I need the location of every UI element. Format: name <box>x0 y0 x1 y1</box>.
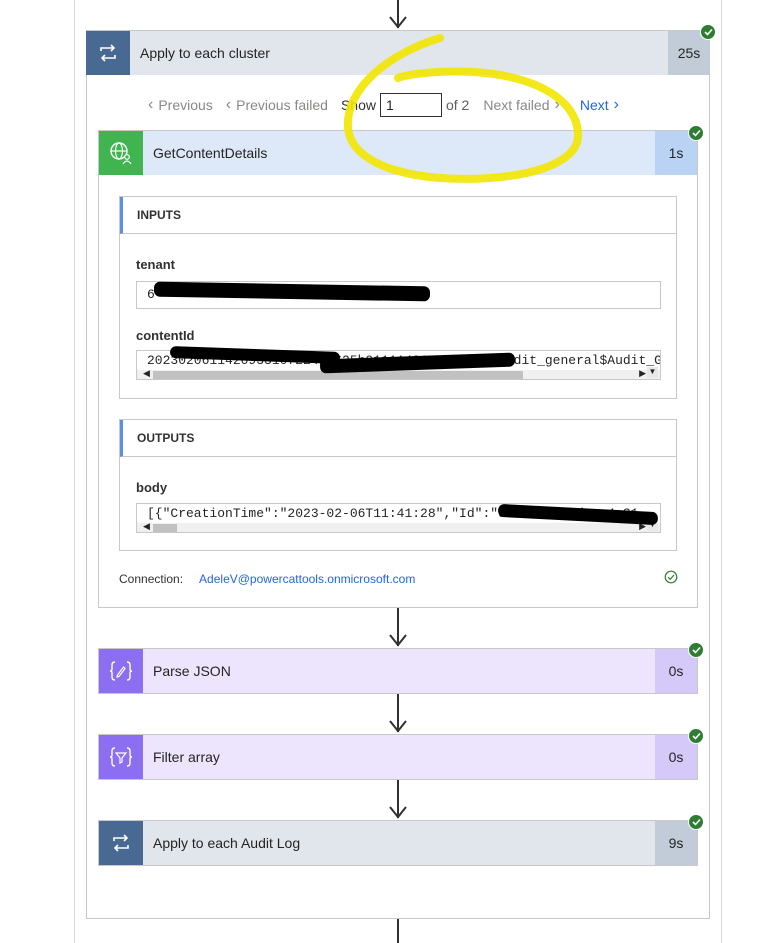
parse-json-title: Parse JSON <box>153 663 231 679</box>
connection-row: Connection: AdeleV@powercattools.onmicro… <box>119 572 415 586</box>
scrollbar-thumb[interactable] <box>153 524 177 532</box>
highlight-annotation <box>343 34 582 183</box>
filter-array-card[interactable]: Filter array 0s <box>98 734 698 780</box>
scroll-left-icon[interactable]: ◀ <box>143 368 150 379</box>
loop-icon <box>86 31 130 75</box>
tenant-label: tenant <box>136 257 175 272</box>
dropdown-arrow-icon[interactable]: ▼ <box>647 367 658 378</box>
previous-label: Previous <box>158 97 213 113</box>
previous-failed-button[interactable]: ‹ Previous failed <box>226 96 328 114</box>
success-check-icon <box>688 125 704 141</box>
success-check-icon <box>688 642 704 658</box>
apply-to-each-audit-log-card[interactable]: Apply to each Audit Log 9s <box>98 820 698 866</box>
arrow-down-icon <box>389 720 407 733</box>
chevron-left-icon: ‹ <box>225 96 232 113</box>
globe-user-icon <box>99 131 143 175</box>
filter-array-title: Filter array <box>153 749 220 765</box>
arrow-down-icon <box>389 806 407 819</box>
braces-filter-icon <box>99 735 143 779</box>
scroll-right-icon[interactable]: ▶ <box>639 368 646 379</box>
braces-pencil-icon <box>99 649 143 693</box>
inputs-heading: INPUTS <box>120 197 676 234</box>
connection-label: Connection: <box>119 572 184 586</box>
success-check-icon <box>688 728 704 744</box>
chevron-left-icon: ‹ <box>148 96 154 113</box>
success-check-icon <box>700 24 716 40</box>
horizontal-scrollbar[interactable]: ◀ ▶ <box>137 521 660 532</box>
previous-button[interactable]: ‹ Previous <box>148 96 213 114</box>
chevron-right-icon: › <box>613 96 619 113</box>
connection-ok-icon <box>664 570 678 584</box>
body-label: body <box>136 480 168 495</box>
previous-failed-label: Previous failed <box>236 97 328 113</box>
apply-to-each-audit-log-title: Apply to each Audit Log <box>153 835 301 851</box>
outputs-heading: OUTPUTS <box>120 420 676 457</box>
content-id-label: contentId <box>136 328 195 343</box>
success-check-icon <box>688 814 704 830</box>
parse-json-card[interactable]: Parse JSON 0s <box>98 648 698 694</box>
connector-line <box>397 919 399 943</box>
horizontal-scrollbar[interactable]: ◀ ▶ <box>137 368 660 379</box>
arrow-down-icon <box>389 634 407 647</box>
connection-link[interactable]: AdeleV@powercattools.onmicrosoft.com <box>199 572 415 586</box>
scroll-left-icon[interactable]: ◀ <box>143 521 150 532</box>
loop-icon <box>99 821 143 865</box>
